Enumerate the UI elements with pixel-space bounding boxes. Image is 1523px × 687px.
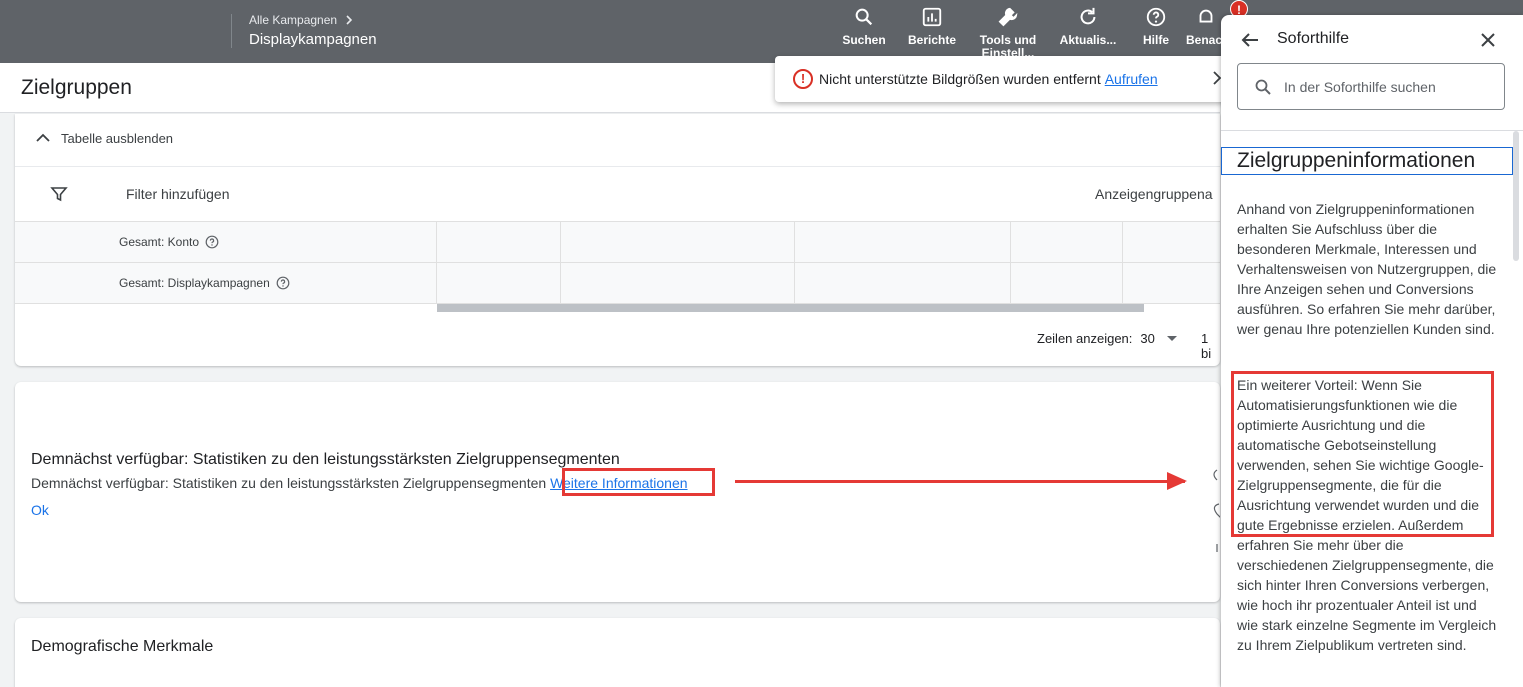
help-search-box[interactable] <box>1237 63 1505 110</box>
nav-search-label: Suchen <box>842 33 886 47</box>
error-toast: ! Nicht unterstützte Bildgrößen wurden e… <box>775 56 1235 102</box>
reports-icon <box>922 7 942 27</box>
adgroup-column-label: Anzeigengruppena <box>1095 186 1213 202</box>
nav-tools-button[interactable]: Tools und Einstell... <box>973 6 1043 61</box>
help-panel: Soforthilfe Zielgruppeninformationen Anh… <box>1221 15 1523 687</box>
help-article-heading: Zielgruppeninformationen <box>1221 147 1513 175</box>
error-icon: ! <box>793 69 813 89</box>
toast-view-link[interactable]: Aufrufen <box>1105 71 1158 87</box>
help-circle-icon[interactable] <box>276 276 290 290</box>
rows-per-page-selector[interactable]: Zeilen anzeigen: 30 <box>1037 331 1177 346</box>
notifications-icon <box>1199 9 1213 23</box>
nav-reports-button[interactable]: Berichte <box>897 6 967 47</box>
help-panel-title: Soforthilfe <box>1277 30 1350 47</box>
caret-down-icon <box>1166 336 1177 341</box>
rows-per-page-label: Zeilen anzeigen: <box>1037 331 1133 346</box>
coming-soon-subtitle-text: Demnächst verfügbar: Statistiken zu den … <box>31 475 547 491</box>
row-label-account: Gesamt: Konto <box>119 235 200 249</box>
row-label-display-campaigns: Gesamt: Displaykampagnen <box>119 276 270 290</box>
annotation-box <box>1231 371 1494 537</box>
help-search-input[interactable] <box>1284 77 1494 97</box>
help-icon <box>1146 7 1166 27</box>
refresh-icon <box>1080 7 1096 25</box>
nav-help-label: Hilfe <box>1142 33 1169 47</box>
annotation-arrow <box>735 480 1185 483</box>
add-filter-button[interactable]: Filter hinzufügen <box>126 186 230 202</box>
tools-icon <box>998 7 1018 27</box>
annotation-arrow-head <box>1167 472 1187 490</box>
close-icon[interactable] <box>1477 29 1499 51</box>
nav-notifications-button[interactable]: Benac... <box>1186 6 1226 61</box>
chevron-right-icon <box>346 15 353 25</box>
table-horizontal-scrollbar[interactable] <box>437 304 1144 312</box>
arrow-back-icon[interactable] <box>1239 29 1261 51</box>
table-row: Gesamt: Konto <box>15 221 1220 263</box>
breadcrumb-all-campaigns[interactable]: Alle Kampagnen <box>249 13 337 27</box>
nav-search-button[interactable]: Suchen <box>829 6 899 47</box>
hide-table-label: Tabelle ausblenden <box>61 130 174 146</box>
nav-refresh-label: Aktualis... <box>1059 33 1117 47</box>
filter-row: Filter hinzufügen Anzeigengruppena <box>15 166 1220 221</box>
demographics-title: Demografische Merkmale <box>31 638 214 655</box>
hide-table-toggle[interactable]: Tabelle ausblenden <box>35 130 173 146</box>
campaign-name: Displaykampagnen <box>249 31 377 48</box>
demographics-card: Demografische Merkmale <box>15 618 1220 687</box>
rows-per-page-value: 30 <box>1140 331 1155 346</box>
chevron-up-icon <box>36 133 50 142</box>
help-circle-icon[interactable] <box>205 235 219 249</box>
pagination-range: 1 bi <box>1201 331 1212 361</box>
search-icon <box>1255 79 1271 95</box>
help-panel-scrollbar[interactable] <box>1513 131 1519 261</box>
search-icon <box>855 8 873 26</box>
ok-button[interactable]: Ok <box>31 502 49 518</box>
table-row: Gesamt: Displaykampagnen <box>15 262 1220 304</box>
annotation-box <box>562 468 715 496</box>
nav-help-button[interactable]: Hilfe <box>1121 6 1191 47</box>
help-paragraph-1: Anhand von Zielgruppeninformationen erha… <box>1237 201 1497 337</box>
nav-notifications-label: Benac... <box>1186 33 1226 47</box>
nav-refresh-button[interactable]: Aktualis... <box>1053 6 1123 47</box>
coming-soon-card: Demnächst verfügbar: Statistiken zu den … <box>15 382 1220 602</box>
topbar-divider <box>231 14 232 48</box>
breadcrumb[interactable]: Alle Kampagnen <box>249 13 355 27</box>
toast-message: Nicht unterstützte Bildgrößen wurden ent… <box>819 71 1101 87</box>
totals-table: Gesamt: Konto Gesamt: Displaykampagnen <box>15 221 1220 304</box>
filter-icon[interactable] <box>50 185 68 203</box>
coming-soon-title: Demnächst verfügbar: Statistiken zu den … <box>31 451 620 468</box>
illustration-icon <box>1213 469 1220 552</box>
table-card: Tabelle ausblenden Filter hinzufügen Anz… <box>15 114 1220 366</box>
nav-reports-label: Berichte <box>907 33 957 47</box>
page-title: Zielgruppen <box>21 76 132 99</box>
help-panel-divider <box>1221 130 1523 131</box>
